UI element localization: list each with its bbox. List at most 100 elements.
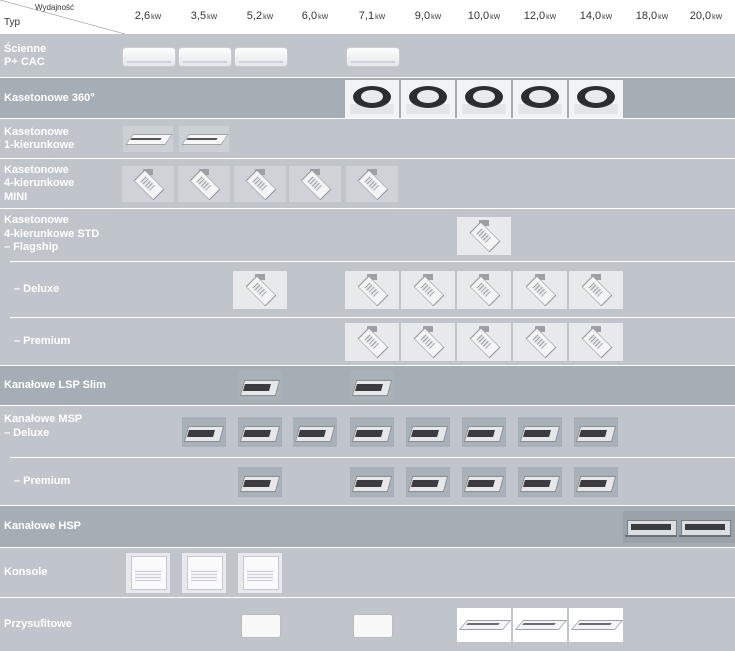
capacity-value: 20,0 — [689, 10, 712, 22]
capacity-unit: kW — [431, 14, 442, 21]
duct-unit-icon — [182, 417, 226, 447]
row-label: Kanałowe LSP Slim — [4, 379, 106, 392]
capacity-unit: kW — [318, 14, 329, 21]
cassette-360-icon — [569, 79, 623, 118]
duct-unit-icon — [406, 467, 450, 497]
cassette-4way-std-icon — [457, 271, 511, 309]
cassette-4way-mini-icon — [178, 166, 230, 202]
capacity-header: 18,0kW — [624, 10, 680, 22]
cassette-4way-std-icon — [401, 271, 455, 309]
capacity-unit: kW — [546, 14, 557, 21]
capacity-value: 5,2 — [246, 10, 263, 22]
row-label: Przysufitowe — [4, 617, 72, 630]
product-matrix: Wydajność Typ 2,6kW 3,5kW 5,2kW 6,0kW 7,1kW 9… — [0, 0, 735, 651]
cassette-4way-std-icon — [457, 216, 511, 255]
cassette-360-icon — [345, 79, 399, 118]
capacity-unit: kW — [490, 14, 501, 21]
console-unit-icon — [126, 553, 170, 593]
duct-unit-icon — [293, 417, 337, 447]
cassette-4way-std-icon — [513, 271, 567, 309]
row-band — [0, 209, 735, 262]
duct-unit-icon — [238, 417, 282, 447]
cassette-1way-icon — [179, 126, 229, 152]
wall-unit-icon — [234, 47, 288, 67]
duct-hsp-icon — [623, 511, 681, 543]
cassette-4way-mini-icon — [346, 166, 398, 202]
cassette-4way-std-icon — [401, 323, 455, 361]
cassette-4way-std-icon — [457, 323, 511, 361]
duct-unit-icon — [462, 417, 506, 447]
ceiling-unit-icon — [569, 607, 624, 642]
wall-unit-icon — [178, 47, 232, 67]
row-label: Kasetonowe 1-kierunkowe — [4, 125, 75, 152]
capacity-value: 12,0 — [523, 10, 546, 22]
header-row: Wydajność Typ 2,6kW 3,5kW 5,2kW 6,0kW 7,1kW 9… — [0, 0, 735, 34]
row-label: – Premium — [14, 475, 71, 488]
row-label: – Deluxe — [14, 283, 60, 296]
console-unit-icon — [238, 553, 282, 593]
capacity-header: 12,0kW — [512, 10, 568, 22]
cassette-4way-std-icon — [569, 323, 623, 361]
capacity-value: 2,6 — [134, 10, 151, 22]
duct-hsp-icon — [677, 511, 735, 543]
row-label: Kanałowe HSP — [4, 520, 82, 533]
row-label: Kasetonowe 4-kierunkowe MINI — [4, 163, 75, 203]
duct-unit-icon — [350, 417, 394, 447]
duct-unit-icon — [462, 467, 506, 497]
duct-unit-icon — [518, 417, 562, 447]
capacity-unit: kW — [151, 14, 162, 21]
capacity-header: 10,0kW — [456, 10, 512, 22]
capacity-value: 7,1 — [358, 10, 375, 22]
row-label: Kasetonowe 4-kierunkowe STD – Flagship — [4, 214, 100, 253]
capacity-unit: kW — [263, 14, 274, 21]
wall-unit-icon — [122, 47, 176, 67]
console-unit-icon — [182, 553, 226, 593]
capacity-label: Wydajność — [35, 3, 75, 12]
capacity-value: 14,0 — [579, 10, 602, 22]
cassette-360-icon — [401, 79, 455, 118]
duct-unit-icon — [574, 417, 618, 447]
ceiling-unit-icon — [347, 603, 397, 646]
capacity-header: 14,0kW — [568, 10, 624, 22]
cassette-360-icon — [513, 79, 567, 118]
duct-unit-icon — [518, 467, 562, 497]
duct-unit-icon — [406, 417, 450, 447]
duct-unit-icon — [238, 467, 282, 497]
capacity-value: 3,5 — [190, 10, 207, 22]
wall-unit-icon — [346, 47, 400, 67]
cassette-4way-std-icon — [345, 271, 399, 309]
cassette-4way-std-icon — [513, 323, 567, 361]
row-label: Kasetonowe 360° — [4, 91, 95, 104]
capacity-value: 9,0 — [414, 10, 431, 22]
ceiling-unit-icon — [457, 607, 512, 642]
duct-unit-icon — [238, 371, 282, 401]
row-band — [0, 119, 735, 159]
ceiling-unit-icon — [235, 603, 285, 646]
cassette-1way-icon — [123, 126, 173, 152]
capacity-header: 5,2kW — [232, 10, 288, 22]
capacity-unit: kW — [712, 14, 723, 21]
cassette-4way-std-icon — [345, 323, 399, 361]
capacity-header: 2,6kW — [120, 10, 176, 22]
row-label: – Premium — [14, 335, 71, 348]
row-label: Ścienne P+ CAC — [4, 42, 47, 69]
capacity-header: 6,0kW — [287, 10, 343, 22]
capacity-header: 9,0kW — [400, 10, 456, 22]
capacity-unit: kW — [602, 14, 613, 21]
cassette-4way-std-icon — [569, 271, 623, 309]
row-label: Kanałowe MSP – Deluxe — [4, 413, 83, 439]
row-label: Konsole — [4, 566, 48, 579]
cassette-4way-std-icon — [233, 271, 287, 309]
cassette-360-icon — [457, 79, 511, 118]
type-label: Typ — [4, 17, 21, 28]
row-band — [0, 548, 735, 598]
capacity-header: 20,0kW — [678, 10, 734, 22]
cassette-4way-mini-icon — [122, 166, 174, 202]
capacity-value: 18,0 — [635, 10, 658, 22]
capacity-unit: kW — [207, 14, 218, 21]
capacity-unit: kW — [375, 14, 386, 21]
capacity-value: 6,0 — [301, 10, 318, 22]
duct-unit-icon — [350, 371, 394, 401]
cassette-4way-mini-icon — [234, 166, 286, 202]
capacity-header: 7,1kW — [344, 10, 400, 22]
